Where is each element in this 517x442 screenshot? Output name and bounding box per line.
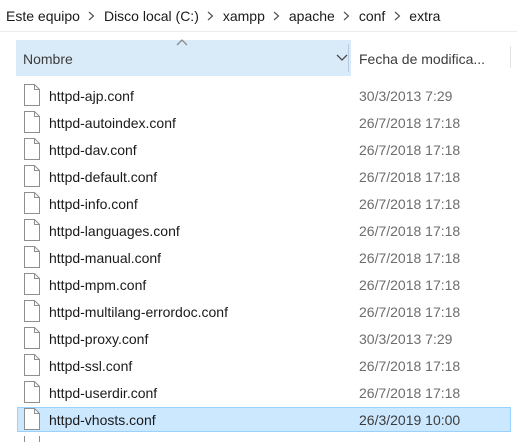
file-date-modified: 26/7/2018 17:18 (359, 196, 461, 212)
column-divider[interactable] (348, 44, 349, 72)
chevron-right-icon[interactable] (202, 9, 220, 23)
file-date-modified: 26/7/2018 17:18 (359, 277, 461, 293)
file-icon (23, 84, 41, 106)
file-name: httpd-manual.conf (49, 250, 162, 266)
chevron-right-icon[interactable] (388, 9, 406, 23)
file-date-modified: 26/7/2018 17:18 (359, 358, 461, 374)
file-name: httpd-multilang-errordoc.conf (49, 304, 228, 320)
list-item[interactable]: httpd-ajp.conf 30/3/2013 7:29 (0, 82, 517, 109)
breadcrumb-item[interactable]: xampp (220, 8, 268, 24)
file-icon (23, 246, 41, 268)
file-name: httpd-info.conf (49, 196, 138, 212)
chevron-up-icon (176, 39, 188, 46)
file-name: httpd-autoindex.conf (49, 115, 176, 131)
breadcrumb-item[interactable]: Este equipo (0, 8, 83, 24)
file-date-modified: 26/7/2018 17:18 (359, 304, 461, 320)
file-name: httpd-proxy.conf (49, 331, 149, 347)
breadcrumb-item[interactable]: apache (286, 8, 338, 24)
list-item[interactable]: httpd-info.conf 26/7/2018 17:18 (0, 190, 517, 217)
chevron-right-icon[interactable] (268, 9, 286, 23)
column-header-name-label: Nombre (23, 51, 73, 67)
file-icon (23, 354, 41, 376)
file-date-modified: 26/7/2018 17:18 (359, 223, 461, 239)
file-name: httpd-default.conf (49, 169, 158, 185)
list-item-partial (0, 436, 517, 442)
file-name: httpd-mpm.conf (49, 277, 147, 293)
file-name: httpd-ssl.conf (49, 358, 133, 374)
list-item[interactable]: httpd-languages.conf 26/7/2018 17:18 (0, 217, 517, 244)
file-icon (23, 273, 41, 295)
chevron-down-icon[interactable] (336, 54, 348, 62)
list-item[interactable]: httpd-userdir.conf 26/7/2018 17:18 (0, 379, 517, 406)
column-header-name[interactable]: Nombre (16, 39, 351, 76)
file-icon (23, 192, 41, 214)
file-date-modified: 26/7/2018 17:18 (359, 250, 461, 266)
file-date-modified: 30/3/2013 7:29 (359, 88, 453, 104)
file-date-modified: 26/7/2018 17:18 (359, 169, 461, 185)
file-date-modified: 26/3/2019 10:00 (359, 412, 461, 428)
file-date-modified: 26/7/2018 17:18 (359, 115, 461, 131)
breadcrumb-item[interactable]: extra (406, 8, 443, 24)
list-item[interactable]: httpd-ssl.conf 26/7/2018 17:18 (0, 352, 517, 379)
file-date-modified: 26/7/2018 17:18 (359, 385, 461, 401)
list-item[interactable]: httpd-autoindex.conf 26/7/2018 17:18 (0, 109, 517, 136)
list-item[interactable]: httpd-default.conf 26/7/2018 17:18 (0, 163, 517, 190)
file-icon (23, 300, 41, 322)
file-icon (23, 138, 41, 160)
breadcrumb-item[interactable]: conf (356, 8, 388, 24)
list-item[interactable]: httpd-mpm.conf 26/7/2018 17:18 (0, 271, 517, 298)
file-name: httpd-ajp.conf (49, 88, 134, 104)
file-icon (23, 408, 41, 430)
chevron-right-icon[interactable] (338, 9, 356, 23)
file-icon (23, 111, 41, 133)
column-header-date[interactable]: Fecha de modifica... (352, 40, 512, 76)
list-item[interactable]: httpd-multilang-errordoc.conf 26/7/2018 1… (0, 298, 517, 325)
file-date-modified: 26/7/2018 17:18 (359, 142, 461, 158)
breadcrumb-item[interactable]: Disco local (C:) (101, 8, 202, 24)
file-name: httpd-languages.conf (49, 223, 180, 239)
file-name: httpd-vhosts.conf (49, 412, 156, 428)
file-icon (24, 436, 40, 442)
list-item[interactable]: httpd-dav.conf 26/7/2018 17:18 (0, 136, 517, 163)
file-icon (23, 219, 41, 241)
list-item[interactable]: httpd-manual.conf 26/7/2018 17:18 (0, 244, 517, 271)
file-date-modified: 30/3/2013 7:29 (359, 331, 453, 347)
column-divider[interactable] (510, 46, 511, 68)
file-icon (23, 165, 41, 187)
list-item[interactable]: httpd-proxy.conf 30/3/2013 7:29 (0, 325, 517, 352)
breadcrumb: Este equipo Disco local (C:) xampp apache co… (0, 0, 517, 32)
column-header-date-label: Fecha de modifica... (359, 51, 486, 67)
chevron-right-icon[interactable] (83, 9, 101, 23)
list-item[interactable]: httpd-vhosts.conf 26/3/2019 10:00 (0, 406, 517, 433)
file-name: httpd-dav.conf (49, 142, 137, 158)
column-header-row: Nombre Fecha de modifica... (0, 32, 517, 78)
file-list: httpd-ajp.conf 30/3/2013 7:29 httpd-autoin… (0, 82, 517, 433)
file-icon (23, 381, 41, 403)
file-name: httpd-userdir.conf (49, 385, 158, 401)
file-icon (23, 327, 41, 349)
